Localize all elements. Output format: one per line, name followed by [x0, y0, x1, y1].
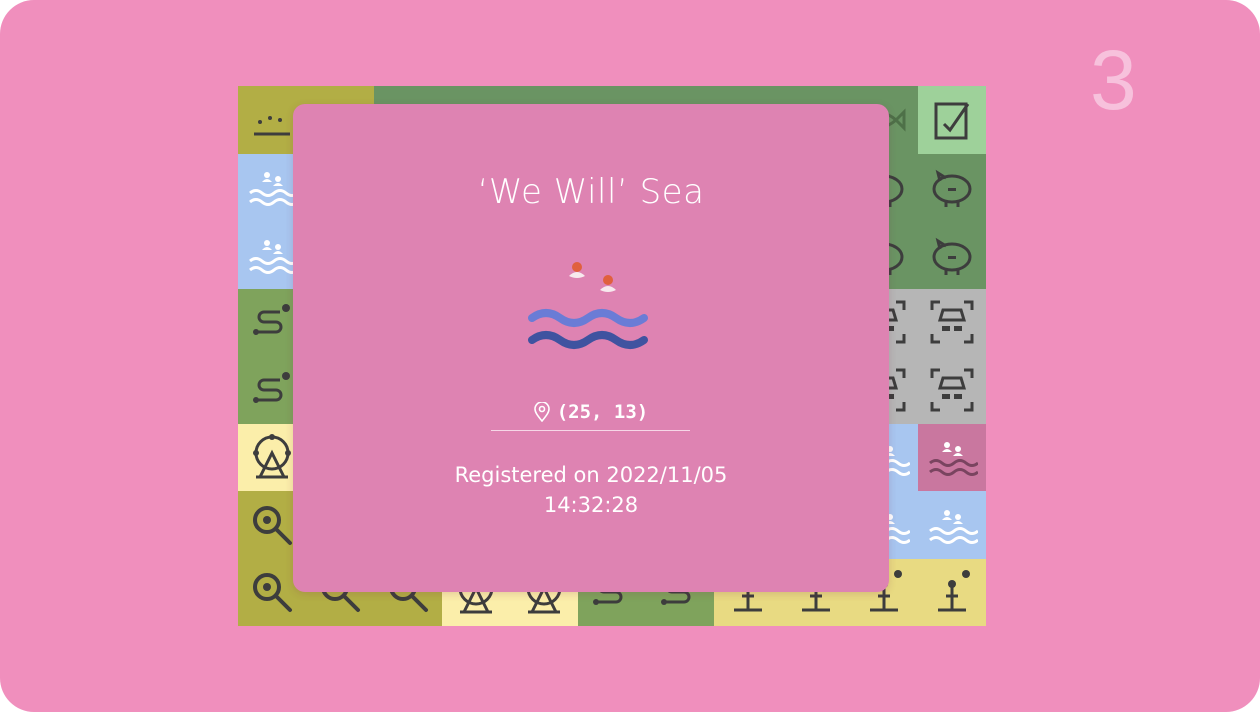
registered-time: 14:32:28	[543, 493, 639, 517]
slide-number: 3	[1090, 33, 1137, 127]
sea-icon	[249, 239, 298, 274]
coordinates-readout: (25, 13)	[491, 394, 690, 430]
spy-icon	[930, 300, 974, 344]
tile-name: ‘We Will’ Sea	[477, 172, 705, 212]
pig-icon	[932, 237, 972, 275]
search-icon	[253, 573, 292, 613]
registered-date: Registered on 2022/11/05	[454, 463, 728, 487]
map-tile-spy[interactable]	[918, 356, 986, 424]
location-pin-icon	[533, 402, 550, 422]
sea-icon	[929, 509, 978, 544]
signpost-icon	[938, 570, 970, 612]
path-icon	[253, 371, 290, 403]
screen-frame: 3 ‘We Will’ Sea (25, 13) Registered on 2…	[0, 0, 1260, 712]
swimmer-icon	[569, 262, 616, 292]
coordinates-text: (25, 13)	[556, 401, 649, 423]
sea-tile-emblem-icon	[528, 262, 648, 349]
olive-sprout-icon	[254, 115, 290, 136]
map-tile-sea[interactable]	[918, 491, 986, 559]
map-tile-pig[interactable]	[918, 221, 986, 289]
selected-sea-icon	[929, 442, 978, 477]
coordinates-divider	[491, 430, 690, 431]
map-tile-signpost[interactable]	[918, 558, 986, 626]
sea-icon	[249, 172, 298, 207]
ferris-icon	[253, 434, 291, 479]
map-tile-selected-sea[interactable]	[918, 423, 986, 491]
map-tile-pig[interactable]	[918, 153, 986, 221]
path-icon	[253, 304, 290, 336]
signpen-icon	[934, 102, 970, 140]
map-tile-spy[interactable]	[918, 288, 986, 356]
search-icon	[253, 505, 292, 545]
map-tile-signpen[interactable]	[918, 86, 986, 154]
spy-icon	[930, 368, 974, 412]
registration-info: Registered on 2022/11/05 14:32:28	[293, 460, 889, 520]
pig-icon	[932, 170, 972, 208]
